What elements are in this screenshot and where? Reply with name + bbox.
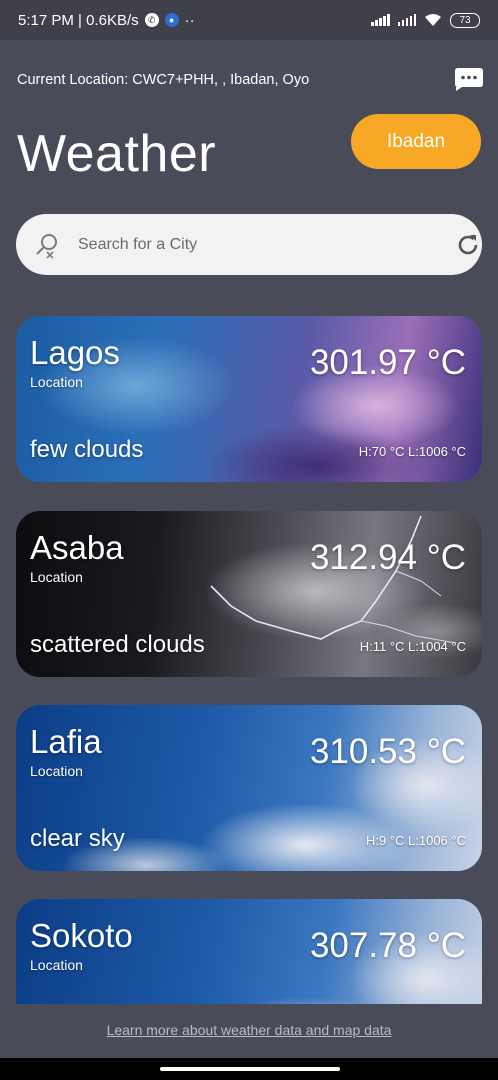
search-bar[interactable]	[16, 214, 482, 275]
card-city-name: Lafia	[30, 723, 102, 760]
current-city-button[interactable]: Ibadan	[351, 114, 481, 169]
card-description: few clouds	[30, 436, 144, 463]
current-location-label: Current Location: CWC7+PHH, , Ibadan, Oy…	[17, 72, 310, 88]
card-location-label: Location	[30, 957, 83, 973]
card-temperature: 312.94 °C	[309, 538, 466, 577]
card-high-low: H:70 °C L:1006 °C	[358, 444, 466, 459]
search-input[interactable]	[76, 226, 426, 263]
card-description: clear sky	[30, 825, 125, 852]
weather-card-lagos[interactable]: Lagos Location 301.97 °C few clouds H:70…	[16, 316, 482, 482]
navigation-bar	[0, 1058, 498, 1080]
card-location-label: Location	[30, 374, 83, 390]
weather-card-list[interactable]: Lagos Location 301.97 °C few clouds H:70…	[0, 300, 498, 1004]
page-title: Weather	[17, 125, 217, 183]
chat-bubble-icon[interactable]	[452, 66, 484, 92]
status-time: 5:17 PM | 0.6KB/s	[18, 11, 139, 29]
card-temperature: 301.97 °C	[309, 343, 466, 382]
status-bar: 5:17 PM | 0.6KB/s ✆ ● ·· 73	[0, 0, 498, 40]
battery-icon: 73	[450, 12, 480, 28]
refresh-icon[interactable]	[454, 231, 482, 259]
weather-data-info-link[interactable]: Learn more about weather data and map da…	[0, 1022, 498, 1038]
card-high-low: H:11 °C L:1004 °C	[359, 639, 466, 654]
whatsapp-icon: ✆	[144, 13, 159, 27]
signal-2-icon	[397, 14, 416, 26]
weather-card-lafia[interactable]: Lafia Location 310.53 °C clear sky H:9 °…	[16, 705, 482, 871]
card-city-name: Lagos	[30, 334, 120, 371]
card-location-label: Location	[30, 763, 83, 779]
weather-card-asaba[interactable]: Asaba Location 312.94 °C scattered cloud…	[16, 511, 482, 677]
home-indicator[interactable]	[160, 1067, 340, 1071]
card-temperature: 307.78 °C	[309, 926, 466, 965]
weather-card-sokoto[interactable]: Sokoto Location 307.78 °C	[16, 899, 482, 1004]
search-icon	[36, 234, 57, 259]
card-temperature: 310.53 °C	[309, 732, 466, 771]
signal-1-icon	[371, 14, 390, 26]
card-location-label: Location	[30, 569, 83, 585]
card-description: scattered clouds	[30, 631, 205, 658]
card-high-low: H:9 °C L:1006 °C	[365, 833, 466, 848]
card-city-name: Asaba	[30, 529, 124, 566]
wifi-icon	[425, 14, 441, 26]
card-city-name: Sokoto	[30, 917, 133, 954]
more-notifications-icon: ··	[184, 11, 195, 29]
messenger-icon: ●	[164, 13, 179, 27]
